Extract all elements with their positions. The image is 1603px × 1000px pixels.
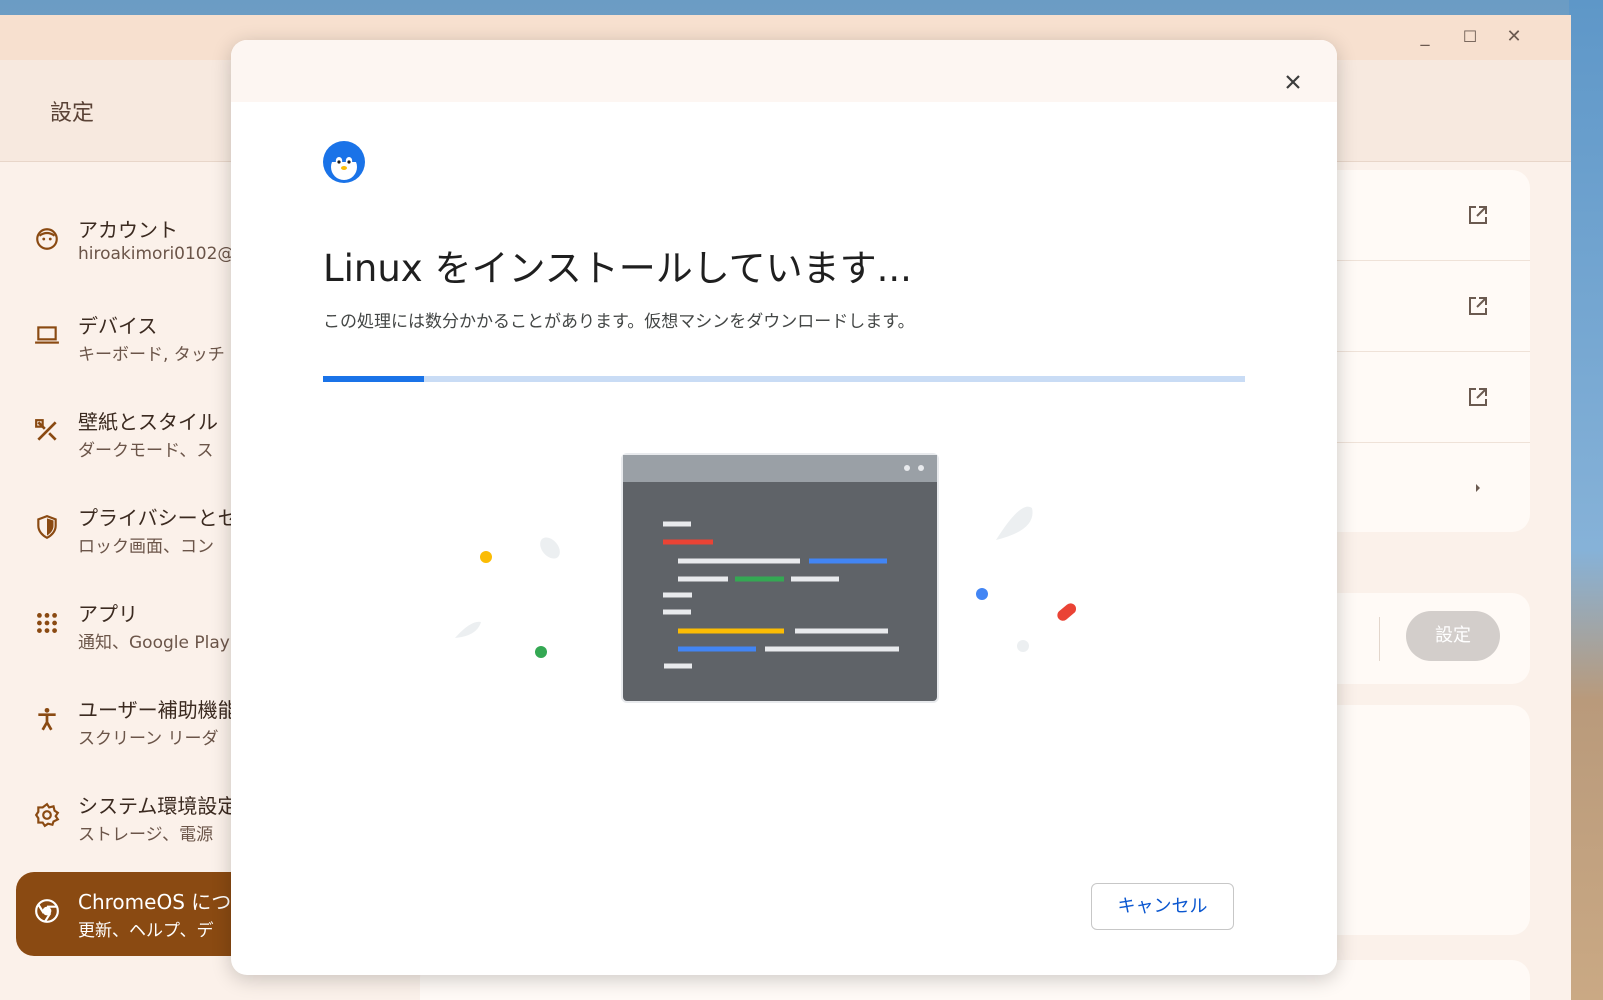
sidebar-item-subtitle: 更新、ヘルプ、デ [78, 921, 214, 941]
sidebar-item-title: アカウント [78, 218, 178, 242]
sidebar-item-title: アプリ [78, 602, 138, 626]
open-external-icon [1469, 388, 1487, 406]
sidebar-item-about-chromeos[interactable]: ChromeOS につ 更新、ヘルプ、デ [16, 872, 240, 956]
sidebar-item-account[interactable]: アカウント hiroakimori0102@ [16, 200, 240, 284]
sidebar-item-subtitle: ダークモード、ス [78, 441, 214, 461]
laptop-icon [35, 326, 59, 344]
sidebar-item-subtitle: ロック画面、コン [78, 537, 214, 557]
sidebar-item-title: デバイス [78, 314, 158, 338]
chrome-icon [35, 899, 59, 923]
sidebar-item-subtitle: ストレージ、電源 [78, 825, 214, 845]
face-icon [36, 228, 58, 250]
sidebar-item-title: 壁紙とスタイル [78, 410, 218, 434]
sidebar-item-accessibility[interactable]: ユーザー補助機能 スクリーン リーダ [16, 680, 240, 764]
cancel-button[interactable]: キャンセル [1091, 883, 1234, 930]
accessibility-icon [38, 707, 56, 731]
apps-grid-icon [37, 613, 57, 633]
minimize-button[interactable]: _ [1413, 25, 1437, 49]
sidebar-item-subtitle: 通知、Google Play [78, 633, 230, 653]
setup-button[interactable]: 設定 [1406, 611, 1500, 661]
terminal-illustration [455, 453, 1077, 703]
maximize-button[interactable]: ☐ [1458, 25, 1482, 49]
linux-install-dialog: Linux をインストールしています... この処理には数分かかることがあります… [231, 40, 1337, 975]
sidebar-item-subtitle: スクリーン リーダ [78, 729, 219, 749]
sidebar-item-title: プライバシーとセ [78, 506, 238, 530]
sidebar: アカウント hiroakimori0102@ デバイス キーボード, タッチ 壁… [0, 165, 240, 1000]
sidebar-item-title: ChromeOS につ [78, 890, 232, 914]
sidebar-item-subtitle: キーボード, タッチ [78, 345, 225, 365]
open-external-icon [1469, 206, 1487, 224]
gear-icon [34, 802, 60, 828]
sidebar-item-wallpaper[interactable]: 壁紙とスタイル ダークモード、ス [16, 392, 240, 476]
open-external-icon [1469, 297, 1487, 315]
palette-icon [35, 419, 57, 441]
sidebar-item-device[interactable]: デバイス キーボード, タッチ [16, 296, 240, 380]
close-window-button[interactable]: ✕ [1502, 25, 1526, 49]
sidebar-item-subtitle: hiroakimori0102@ [78, 244, 235, 264]
chevron-right-icon [1476, 484, 1480, 492]
desktop-wallpaper [1569, 0, 1603, 1000]
shield-icon [37, 515, 57, 540]
page-title: 設定 [50, 101, 95, 126]
sidebar-item-title: ユーザー補助機能 [78, 698, 238, 722]
sidebar-item-title: システム環境設定 [78, 794, 238, 818]
sidebar-item-privacy[interactable]: プライバシーとセ ロック画面、コン [16, 488, 240, 572]
sidebar-item-system[interactable]: システム環境設定 ストレージ、電源 [16, 776, 240, 860]
divider [1379, 617, 1380, 661]
sidebar-item-apps[interactable]: アプリ 通知、Google Play [16, 584, 240, 668]
